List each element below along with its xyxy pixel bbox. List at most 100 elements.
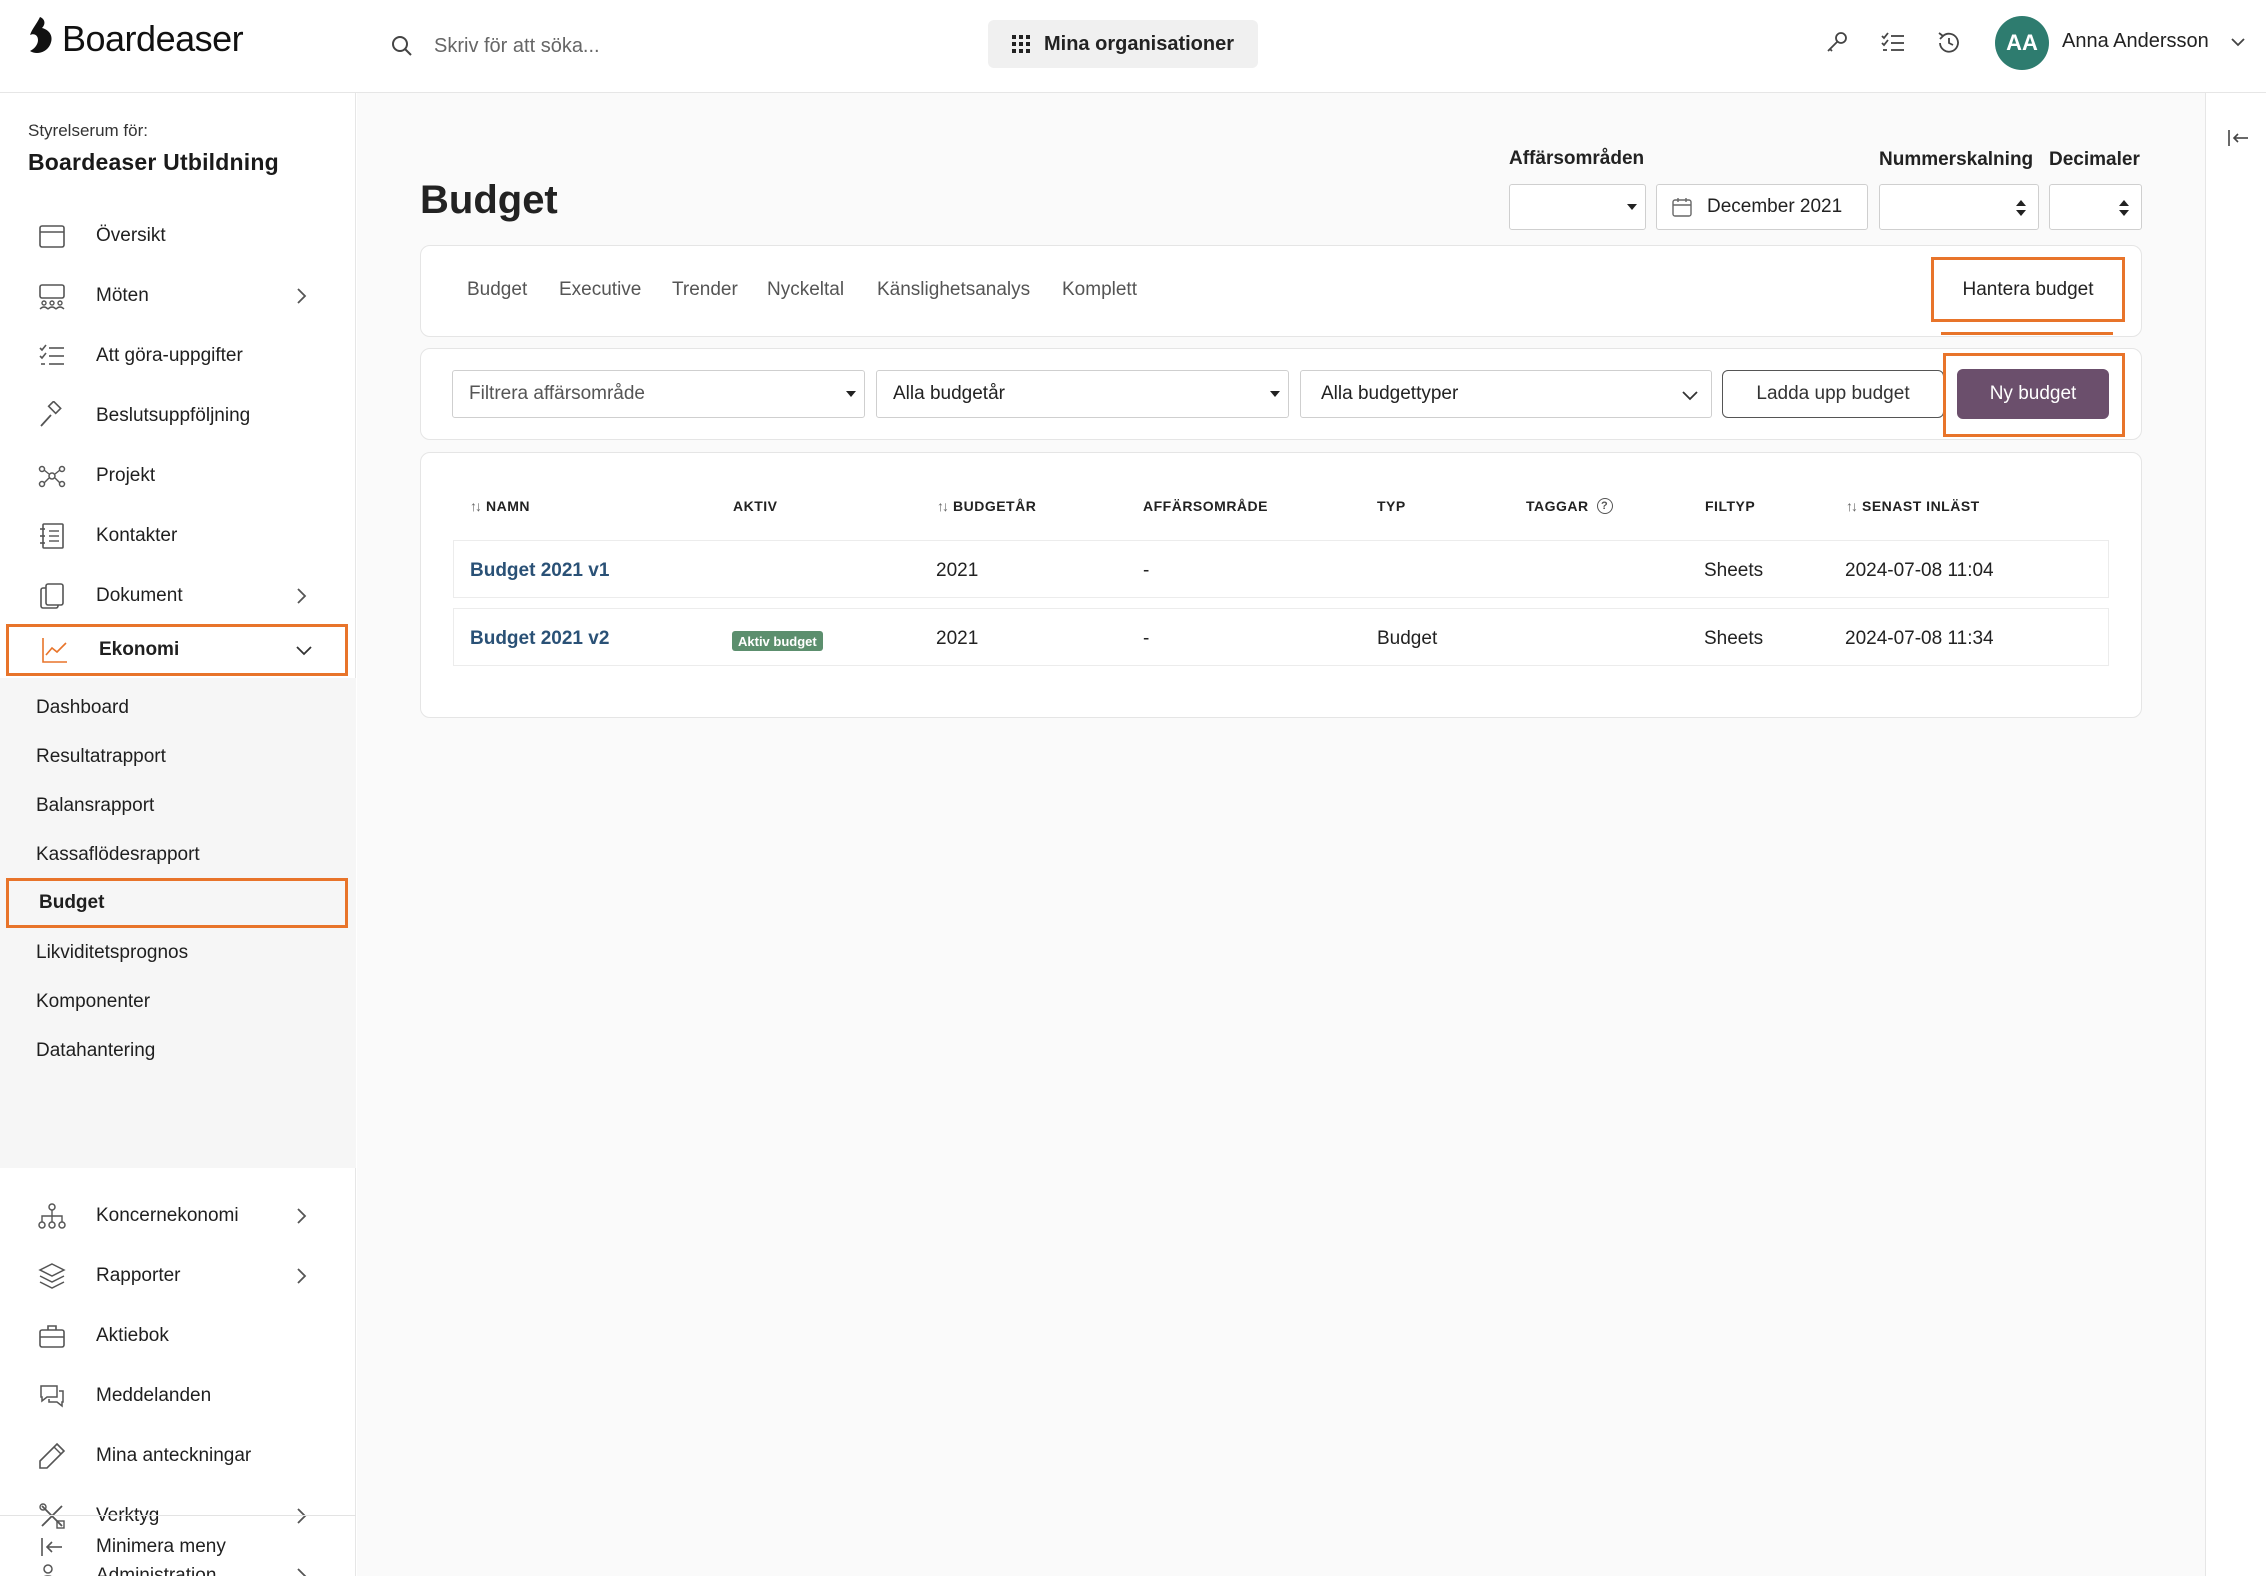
chevron-right-icon	[297, 288, 307, 304]
submenu-item-data-management[interactable]: Datahantering	[6, 1026, 348, 1076]
sidebar-item-share-register[interactable]: Aktiebok	[6, 1310, 348, 1362]
upload-budget-button[interactable]: Ladda upp budget	[1722, 370, 1944, 418]
right-panel-rail	[2205, 93, 2266, 1576]
key-icon[interactable]	[1820, 26, 1854, 60]
sort-icon: ↑↓	[937, 498, 949, 514]
economy-submenu: Dashboard Resultatrapport Balansrapport …	[0, 678, 356, 1168]
history-icon[interactable]	[1932, 26, 1966, 60]
tab-budget[interactable]: Budget	[467, 279, 527, 301]
budget-year-cell: 2021	[936, 628, 979, 649]
sidebar-item-meetings[interactable]: Möten	[6, 270, 348, 322]
help-icon[interactable]: ?	[1596, 498, 1613, 514]
caret-down-icon	[1627, 204, 1637, 210]
submenu-item-budget[interactable]: Budget	[6, 878, 348, 928]
sidebar-item-decisions[interactable]: Beslutsuppföljning	[6, 390, 348, 442]
search-input[interactable]	[434, 34, 854, 58]
column-header-name[interactable]: ↑↓ NAMN	[470, 498, 530, 514]
tab-trends[interactable]: Trender	[672, 279, 738, 301]
budget-name-link[interactable]: Budget 2021 v1	[470, 560, 609, 582]
sidebar-item-projects[interactable]: Projekt	[6, 450, 348, 502]
updown-icon	[2016, 200, 2026, 216]
sidebar-item-label: Mina anteckningar	[96, 1445, 252, 1466]
sidebar-item-reports[interactable]: Rapporter	[6, 1250, 348, 1302]
caret-down-icon	[1270, 391, 1280, 397]
sort-icon: ↑↓	[470, 498, 482, 514]
submenu-item-components[interactable]: Komponenter	[6, 977, 348, 1027]
sidebar-item-overview[interactable]: Översikt	[6, 210, 348, 262]
sidebar-item-label: Dokument	[96, 585, 183, 606]
sort-icon: ↑↓	[1846, 498, 1858, 514]
calendar-icon	[1672, 198, 1692, 217]
budget-name-link[interactable]: Budget 2021 v2	[470, 628, 609, 650]
submenu-item-income-report[interactable]: Resultatrapport	[6, 732, 348, 782]
tab-complete[interactable]: Komplett	[1062, 279, 1137, 301]
business-areas-label: Affärsområden	[1509, 148, 1645, 169]
sidebar-item-label: Beslutsuppföljning	[96, 405, 251, 426]
tab-executive[interactable]: Executive	[559, 279, 641, 301]
sidebar-item-economy[interactable]: Ekonomi	[6, 624, 348, 676]
documents-icon	[36, 580, 68, 612]
sidebar-item-contacts[interactable]: Kontakter	[6, 510, 348, 562]
sidebar-item-label: Koncernekonomi	[96, 1205, 239, 1226]
sidebar-item-my-notes[interactable]: Mina anteckningar	[6, 1430, 348, 1482]
column-header-last-loaded[interactable]: ↑↓ SENAST INLÄST	[1846, 498, 1980, 514]
my-organizations-button[interactable]: Mina organisationer	[988, 20, 1258, 68]
user-name[interactable]: Anna Andersson	[2062, 30, 2209, 53]
last-loaded-cell: 2024-07-08 11:04	[1845, 560, 1994, 581]
sidebar-item-group-economy[interactable]: Koncernekonomi	[6, 1190, 348, 1242]
hierarchy-icon	[36, 1200, 68, 1232]
business-areas-select[interactable]	[1509, 184, 1646, 230]
chart-icon	[39, 634, 71, 666]
submenu-item-dashboard[interactable]: Dashboard	[6, 683, 348, 733]
column-header-type: TYP	[1377, 498, 1406, 514]
tab-manage-budget[interactable]: Hantera budget	[1931, 257, 2125, 322]
sidebar-item-todo[interactable]: Att göra-uppgifter	[6, 330, 348, 382]
avatar-initials: AA	[2006, 30, 2038, 55]
checklist-icon[interactable]	[1876, 26, 1910, 60]
sidebar-item-label: Möten	[96, 285, 149, 306]
contacts-icon	[36, 520, 68, 552]
period-picker[interactable]: December 2021	[1656, 184, 1868, 230]
chevron-down-icon[interactable]	[2228, 32, 2248, 52]
boardeaser-logo-icon	[30, 17, 52, 53]
checklist-icon	[36, 340, 68, 372]
business-area-cell: -	[1143, 628, 1150, 649]
layers-icon	[36, 1260, 68, 1292]
budget-year-filter[interactable]: Alla budgetår	[876, 370, 1289, 418]
tab-sensitivity-analysis[interactable]: Känslighetsanalys	[877, 279, 1030, 301]
sidebar-item-documents[interactable]: Dokument	[6, 570, 348, 622]
logo-text: Boardeaser	[62, 18, 244, 59]
logo[interactable]: Boardeaser	[26, 14, 244, 64]
new-budget-button[interactable]: Ny budget	[1957, 369, 2109, 419]
sidebar-item-messages[interactable]: Meddelanden	[6, 1370, 348, 1422]
column-header-file-type: FILTYP	[1705, 498, 1756, 514]
search-bar[interactable]	[390, 26, 854, 66]
budget-type-filter[interactable]: Alla budgettyper	[1300, 370, 1712, 418]
minimize-menu-button[interactable]: Minimera meny	[6, 1521, 348, 1573]
business-area-filter[interactable]: Filtrera affärsområde	[452, 370, 865, 418]
column-header-active: AKTIV	[733, 498, 778, 514]
sidebar-item-label: Översikt	[96, 225, 166, 246]
decimals-select[interactable]	[2049, 184, 2142, 230]
pencil-icon	[36, 1440, 68, 1472]
column-header-budget-year[interactable]: ↑↓ BUDGETÅR	[937, 498, 1036, 514]
sidebar-item-label: Meddelanden	[96, 1385, 212, 1406]
tab-key-figures[interactable]: Nyckeltal	[767, 279, 844, 301]
submenu-item-balance-report[interactable]: Balansrapport	[6, 781, 348, 831]
submenu-item-liquidity-forecast[interactable]: Likviditetsprognos	[6, 928, 348, 978]
chat-icon	[36, 1380, 68, 1412]
sidebar-item-label: Aktiebok	[96, 1325, 169, 1346]
number-scaling-select[interactable]	[1879, 184, 2039, 230]
collapse-left-icon[interactable]	[2226, 126, 2250, 150]
budget-year-cell: 2021	[936, 560, 979, 581]
chevron-right-icon	[297, 1268, 307, 1284]
chevron-right-icon	[297, 1208, 307, 1224]
sidebar-item-label: Rapporter	[96, 1265, 181, 1286]
collapse-left-icon	[36, 1531, 68, 1563]
active-tab-indicator	[1941, 332, 2113, 335]
column-header-business-area: AFFÄRSOMRÅDE	[1143, 498, 1268, 514]
boardroom-caption: Styrelserum för:	[28, 121, 148, 140]
grid-icon	[1011, 35, 1030, 53]
submenu-item-cashflow-report[interactable]: Kassaflödesrapport	[6, 830, 348, 880]
avatar[interactable]: AA	[1995, 16, 2049, 70]
